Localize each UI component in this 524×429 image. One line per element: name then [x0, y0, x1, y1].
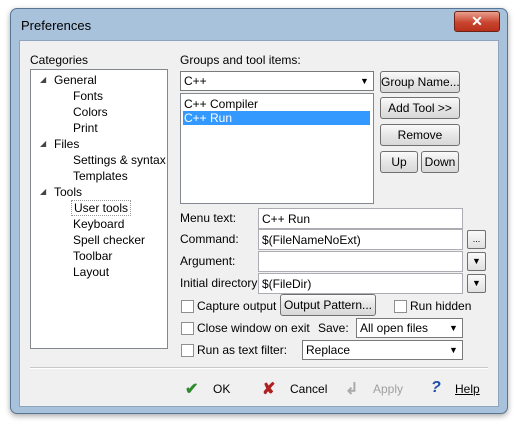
tree-node-toolbar[interactable]: Toolbar [73, 249, 112, 263]
tree-node-general[interactable]: General [54, 73, 97, 87]
tree-node-layout[interactable]: Layout [73, 265, 109, 279]
up-button[interactable]: Up [380, 151, 418, 173]
chevron-down-icon: ▼ [472, 278, 481, 288]
tree-node-print[interactable]: Print [73, 121, 98, 135]
apply-button[interactable]: ↲ Apply [345, 378, 415, 400]
filter-select[interactable]: Replace ▼ [302, 340, 463, 360]
initial-directory-value: $(FileDir) [262, 277, 312, 291]
menu-text-field[interactable]: C++ Run [258, 208, 463, 229]
run-hidden-checkbox[interactable] [394, 300, 407, 313]
list-item[interactable]: C++ Compiler [183, 97, 370, 111]
cancel-x-icon: ✘ [262, 381, 276, 398]
help-question-icon: ? [431, 379, 441, 396]
close-on-exit-checkbox[interactable] [181, 322, 194, 335]
browse-button[interactable]: ... [467, 230, 486, 249]
save-select[interactable]: All open files ▼ [356, 318, 463, 338]
close-button[interactable]: ✕ [454, 11, 500, 32]
menu-text-value: C++ Run [262, 212, 311, 226]
argument-dropdown-button[interactable]: ▼ [467, 252, 486, 271]
list-item-selected[interactable]: C++ Run [183, 111, 370, 125]
tree-node-fonts[interactable]: Fonts [73, 89, 103, 103]
run-as-filter-label: Run as text filter: [197, 343, 288, 357]
group-name-button[interactable]: Group Name... [380, 71, 460, 93]
group-select-value: C++ [184, 74, 207, 88]
filter-select-value: Replace [306, 343, 351, 357]
remove-button[interactable]: Remove [380, 124, 460, 146]
cancel-button[interactable]: ✘ Cancel [262, 378, 332, 400]
group-select[interactable]: C++ ▼ [180, 71, 374, 91]
chevron-down-icon: ▼ [449, 323, 458, 333]
close-icon: ✕ [471, 13, 483, 29]
command-label: Command: [180, 232, 239, 246]
tree-node-colors[interactable]: Colors [73, 105, 108, 119]
collapse-triangle-icon[interactable]: ◢ [40, 187, 46, 196]
add-tool-button[interactable]: Add Tool >> [380, 97, 460, 119]
ok-button[interactable]: ✔ OK [185, 378, 245, 400]
down-button[interactable]: Down [421, 151, 459, 173]
help-label: Help [455, 382, 480, 396]
groups-label: Groups and tool items: [180, 53, 301, 67]
initial-directory-label: Initial directory: [180, 276, 261, 290]
run-hidden-label: Run hidden [410, 299, 472, 313]
chevron-down-icon: ▼ [449, 345, 458, 355]
capture-output-label: Capture output [197, 299, 277, 313]
check-icon: ✔ [185, 381, 199, 398]
run-as-filter-checkbox[interactable] [181, 344, 194, 357]
capture-output-checkbox[interactable] [181, 300, 194, 313]
command-value: $(FileNameNoExt) [262, 233, 361, 247]
command-field[interactable]: $(FileNameNoExt) [258, 229, 463, 250]
tool-items-list[interactable]: C++ Compiler C++ Run [180, 93, 374, 204]
footer-divider [30, 367, 488, 369]
dialog-body: Categories ◢ General Fonts Colors Print … [19, 40, 499, 407]
help-button[interactable]: ? Help [427, 378, 487, 400]
categories-label: Categories [30, 53, 89, 67]
tree-node-settings-syntax[interactable]: Settings & syntax [73, 153, 166, 167]
argument-label: Argument: [180, 254, 236, 268]
initial-directory-dropdown-button[interactable]: ▼ [467, 274, 486, 293]
tree-node-tools[interactable]: Tools [54, 185, 82, 199]
save-label: Save: [318, 321, 349, 335]
argument-field[interactable] [258, 251, 463, 272]
tree-node-files[interactable]: Files [54, 137, 79, 151]
tree-node-user-tools[interactable]: User tools [71, 200, 132, 216]
apply-arrow-icon: ↲ [345, 381, 359, 398]
window-title: Preferences [21, 18, 92, 33]
categories-tree[interactable]: ◢ General Fonts Colors Print ◢ Files Set… [30, 69, 168, 349]
tree-node-keyboard[interactable]: Keyboard [73, 217, 124, 231]
chevron-down-icon: ▼ [472, 256, 481, 266]
tree-node-spell-checker[interactable]: Spell checker [73, 233, 145, 247]
output-pattern-button[interactable]: Output Pattern... [280, 294, 376, 316]
preferences-window: Preferences ✕ Categories ◢ General Fonts… [10, 8, 508, 414]
collapse-triangle-icon[interactable]: ◢ [40, 139, 46, 148]
title-bar: Preferences ✕ [11, 9, 507, 39]
close-on-exit-label: Close window on exit [197, 321, 310, 335]
ok-label: OK [213, 382, 231, 396]
initial-directory-field[interactable]: $(FileDir) [258, 273, 463, 294]
chevron-down-icon: ▼ [360, 76, 369, 86]
save-select-value: All open files [360, 321, 429, 335]
menu-text-label: Menu text: [180, 211, 237, 225]
collapse-triangle-icon[interactable]: ◢ [40, 75, 46, 84]
tree-node-templates[interactable]: Templates [73, 169, 128, 183]
cancel-label: Cancel [290, 382, 328, 396]
apply-label: Apply [373, 382, 404, 396]
